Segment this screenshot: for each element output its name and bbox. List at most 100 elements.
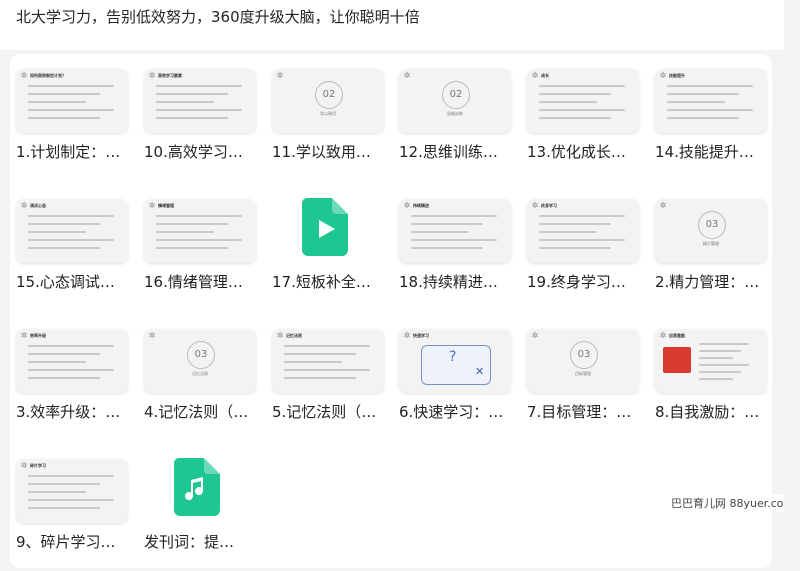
file-caption[interactable]: 3.效率升级：… <box>16 401 140 422</box>
file-tile[interactable]: ✲ 如何高效制定计划？ 1.计划制定：… <box>10 54 128 161</box>
logo-icon: ✲ <box>531 71 539 80</box>
file-tile[interactable]: ✲ 02 学以致用 11.学以致用… <box>266 54 384 161</box>
section-subtitle: 思维训练 <box>447 111 463 116</box>
right-edge <box>784 0 800 571</box>
thumbnail: ✲ 03 记忆法则 <box>144 329 256 393</box>
text-line <box>699 350 741 352</box>
logo-icon: ✲ <box>276 71 284 80</box>
text-line <box>539 247 611 249</box>
thumbnail: ✲ 终身学习 <box>527 199 639 263</box>
file-tile[interactable]: ✲ 碎片学习 9、碎片学习… <box>10 444 128 551</box>
file-caption[interactable]: 11.学以致用… <box>272 141 396 162</box>
text-line <box>156 85 242 87</box>
text-line <box>539 215 625 217</box>
file-tile[interactable]: ✲ 03 目标管理 7.目标管理：… <box>521 314 639 421</box>
file-tile[interactable]: ✲ 02 思维训练 12.思维训练… <box>393 54 511 161</box>
logo-icon: ✲ <box>659 331 667 340</box>
file-caption[interactable]: 17.短板补全… <box>272 271 396 292</box>
slide-heading: 自我激励 <box>669 333 685 338</box>
text-line <box>28 223 100 225</box>
text-line <box>28 231 86 233</box>
file-caption[interactable]: 5.记忆法则（… <box>272 401 396 422</box>
thumbnail: ✲ 技能提升 <box>655 69 767 133</box>
logo-icon: ✲ <box>20 71 28 80</box>
file-caption[interactable]: 18.持续精进… <box>399 271 523 292</box>
file-tile[interactable]: ✲ 持续精进 18.持续精进… <box>393 184 511 291</box>
question-mark-icon: ? <box>449 349 457 365</box>
section-subtitle: 目标管理 <box>575 371 591 376</box>
file-caption[interactable]: 14.技能提升… <box>655 141 779 162</box>
text-line <box>284 369 370 371</box>
section-number: 03 <box>187 341 215 369</box>
slide-heading: 情绪管理 <box>158 203 174 208</box>
file-tile[interactable]: ✲ 03 精力管理 2.精力管理：… <box>649 184 767 291</box>
section-subtitle: 学以致用 <box>320 111 336 116</box>
logo-icon: ✲ <box>20 331 28 340</box>
text-line <box>699 343 749 345</box>
text-line <box>156 101 214 103</box>
text-line <box>284 377 356 379</box>
file-caption[interactable]: 12.思维训练… <box>399 141 523 162</box>
file-caption[interactable]: 19.终身学习… <box>527 271 651 292</box>
text-line <box>28 377 100 379</box>
text-line <box>411 223 483 225</box>
text-line <box>539 93 611 95</box>
file-caption[interactable]: 9、碎片学习… <box>16 531 140 552</box>
section-subtitle: 精力管理 <box>703 241 719 246</box>
text-line <box>28 353 100 355</box>
text-line <box>284 345 370 347</box>
file-tile[interactable]: ✲ 高效学习要素 10.高效学习… <box>138 54 256 161</box>
file-caption[interactable]: 16.情绪管理… <box>144 271 268 292</box>
file-caption[interactable]: 2.精力管理：… <box>655 271 779 292</box>
file-tile[interactable]: ✲ 快速学习? ✕ 6.快速学习：… <box>393 314 511 421</box>
text-line <box>667 117 739 119</box>
thumbnail: ✲ 持续精进 <box>399 199 511 263</box>
text-line <box>28 215 114 217</box>
text-line <box>28 117 100 119</box>
file-caption[interactable]: 7.目标管理：… <box>527 401 651 422</box>
file-caption[interactable]: 4.记忆法则（… <box>144 401 268 422</box>
file-tile[interactable]: ✲ 终身学习 19.终身学习… <box>521 184 639 291</box>
thumbnail: ✲ 效率升级 <box>16 329 128 393</box>
logo-icon: ✲ <box>531 201 539 210</box>
thumbnail: ✲ 如何高效制定计划？ <box>16 69 128 133</box>
video-file-icon <box>302 198 348 256</box>
file-tile[interactable]: ✲ 成长 13.优化成长… <box>521 54 639 161</box>
logo-icon: ✲ <box>20 461 28 470</box>
logo-icon: ✲ <box>403 71 411 80</box>
file-tile[interactable]: ✲ 调试心态 15.心态调试… <box>10 184 128 291</box>
file-grid-panel: ✲ 如何高效制定计划？ 1.计划制定：… ✲ 高效学习要素 10.高效学习… ✲ 02 学以致用… <box>10 54 772 568</box>
audio-file-icon <box>174 458 220 516</box>
section-subtitle: 记忆法则 <box>192 371 208 376</box>
file-caption[interactable]: 6.快速学习：… <box>399 401 523 422</box>
file-tile[interactable]: ✲ 记忆法则 5.记忆法则（… <box>266 314 384 421</box>
file-caption[interactable]: 8.自我激励：… <box>655 401 779 422</box>
thumbnail: ✲ 03 精力管理 <box>655 199 767 263</box>
file-tile[interactable]: ✲ 情绪管理 16.情绪管理… <box>138 184 256 291</box>
text-line <box>539 239 625 241</box>
text-line <box>156 117 228 119</box>
file-caption[interactable]: 1.计划制定：… <box>16 141 140 162</box>
file-tile[interactable]: ✲ 自我激励 8.自我激励：… <box>649 314 767 421</box>
file-tile[interactable]: 发刊词：提… <box>138 444 256 551</box>
text-line <box>699 371 741 373</box>
text-line <box>28 93 100 95</box>
photo <box>663 347 691 373</box>
file-caption[interactable]: 13.优化成长… <box>527 141 651 162</box>
text-line <box>156 109 242 111</box>
thumbnail: ✲ 碎片学习 <box>16 459 128 523</box>
file-grid: ✲ 如何高效制定计划？ 1.计划制定：… ✲ 高效学习要素 10.高效学习… ✲ 02 学以致用… <box>10 54 772 568</box>
logo-icon: ✲ <box>403 201 411 210</box>
file-caption[interactable]: 15.心态调试… <box>16 271 140 292</box>
text-line <box>28 361 86 363</box>
text-line <box>699 357 733 359</box>
text-line <box>28 345 114 347</box>
file-tile[interactable]: ✲ 技能提升 14.技能提升… <box>649 54 767 161</box>
logo-icon: ✲ <box>148 71 156 80</box>
file-tile[interactable]: 17.短板补全… <box>266 184 384 291</box>
file-caption[interactable]: 10.高效学习… <box>144 141 268 162</box>
slide-heading: 快速学习 <box>413 333 429 338</box>
file-caption[interactable]: 发刊词：提… <box>144 531 268 552</box>
file-tile[interactable]: ✲ 效率升级 3.效率升级：… <box>10 314 128 421</box>
file-tile[interactable]: ✲ 03 记忆法则 4.记忆法则（… <box>138 314 256 421</box>
